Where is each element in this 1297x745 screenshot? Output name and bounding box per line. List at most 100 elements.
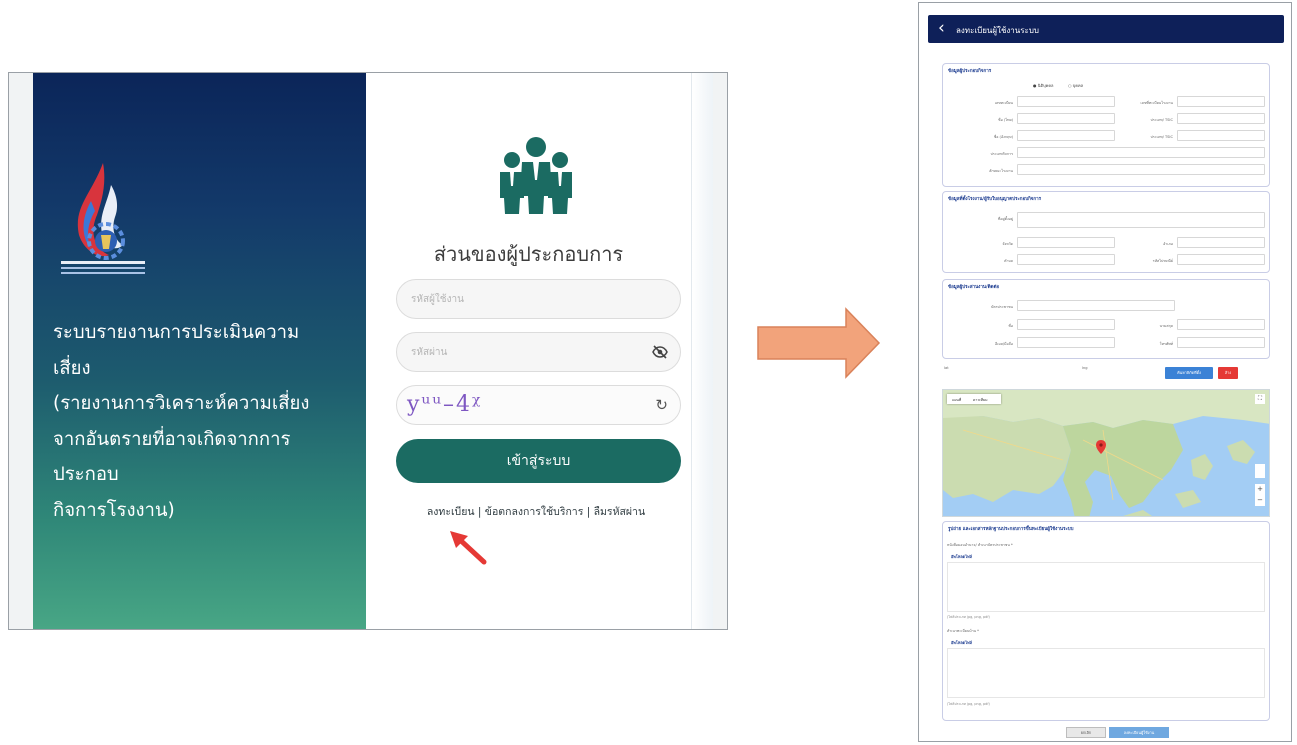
field-label: ประเภท/ TSIC (1150, 118, 1173, 122)
field-label: จังหวัด (1002, 242, 1013, 246)
contact-name-input[interactable] (1017, 319, 1115, 330)
footer-links: ลงทะเบียน | ข้อตกลงการใช้บริการ | ลืมรหั… (366, 503, 706, 520)
system-title: ระบบรายงานการประเมินความ เสี่ยง (รายงานก… (53, 322, 310, 521)
field-label: อีเมล/มือถือ (994, 342, 1013, 346)
upload-label: หนังสือมอบอำนาจ/ สำเนาบัตรประชาชน * (947, 543, 1013, 547)
tsic-input[interactable] (1177, 113, 1265, 124)
document-upload-section: รูปถ่าย และเอกสารหลักฐานประกอบการขึ้นทะเ… (942, 521, 1270, 721)
reg-no-input[interactable] (1017, 96, 1115, 107)
map-tiles (943, 390, 1269, 516)
login-branding-panel: ระบบรายงานการประเมินความ เสี่ยง (รายงานก… (33, 73, 366, 629)
tsic2-input[interactable] (1177, 130, 1265, 141)
map-type-control[interactable]: แผนที่ ดาวเทียม (947, 394, 1001, 404)
captcha-input[interactable]: yᵘᵘ–4ᵡ ↻ (396, 385, 681, 425)
map-type-map[interactable]: แผนที่ (952, 397, 961, 403)
field-label: เลขที่ทะเบียนโรงงาน (1140, 101, 1173, 105)
register-submit-button[interactable]: ลงทะเบียนผู้ใช้งาน (1109, 727, 1169, 738)
field-label: นามสกุล (1159, 324, 1173, 328)
terms-link[interactable]: ข้อตกลงการใช้บริการ (485, 506, 584, 518)
field-label: ชื่อ (1008, 324, 1013, 328)
section-title: ข้อมูลที่ตั้งโรงงาน/ผู้รับใบอนุญาตประกอบ… (948, 197, 1042, 202)
decorative-pattern (691, 73, 713, 629)
upload-dropzone[interactable] (947, 648, 1265, 698)
business-type-select[interactable] (1017, 147, 1265, 158)
subdistrict-select[interactable] (1017, 254, 1115, 265)
portal-title: ส่วนของผู้ประกอบการ (433, 242, 624, 266)
lng-label: lng (1082, 366, 1088, 370)
radio-juristic[interactable]: ● นิติบุคคล (1033, 82, 1053, 89)
register-link[interactable]: ลงทะเบียน (427, 506, 475, 518)
link-separator: | (583, 506, 594, 518)
form-header: ‹ ลงทะเบียนผู้ใช้งานระบบ (928, 15, 1284, 43)
password-input[interactable]: รหัสผ่าน (396, 332, 681, 372)
field-label: ประเภท/ TSIC (1150, 135, 1173, 139)
upload-label: สำเนาทะเบียนบ้าน * (947, 629, 979, 633)
field-label: รหัสไปรษณีย์ (1152, 259, 1173, 263)
section-title: ข้อมูลผู้ประสานงาน/ติดต่อ (948, 285, 1000, 290)
province-select[interactable] (1017, 237, 1115, 248)
login-window: ระบบรายงานการประเมินความ เสี่ยง (รายงานก… (33, 73, 713, 629)
field-label: ประเภทกิจการ (990, 152, 1013, 156)
field-label: ชื่อ (อังกฤษ) (993, 135, 1013, 139)
fullscreen-icon[interactable]: ⛶ (1255, 394, 1265, 404)
users-group-icon (500, 137, 572, 214)
field-label: โทรศัพท์ (1159, 342, 1173, 346)
email-input[interactable] (1017, 337, 1115, 348)
radio-individual[interactable]: ○ บุคคล (1068, 82, 1083, 89)
form-title: ลงทะเบียนผู้ใช้งานระบบ (956, 26, 1039, 35)
login-button[interactable]: เข้าสู่ระบบ (396, 439, 681, 483)
field-label: ชื่อ (ไทย) (998, 118, 1013, 122)
upload-note: (ไฟล์ประเภท jpg, png, pdf) (947, 702, 990, 706)
department-logo (61, 163, 145, 274)
field-label: ลักษณะโรงงาน (989, 169, 1013, 173)
upload-dropzone[interactable] (947, 562, 1265, 612)
eye-slash-icon[interactable] (652, 345, 668, 359)
captcha-image: yᵘᵘ–4ᵡ (407, 392, 483, 417)
pegman-icon[interactable] (1255, 464, 1265, 478)
field-label: ที่อยู่ตั้งอยู่ (998, 217, 1013, 221)
id-card-input[interactable] (1017, 300, 1175, 311)
location-map[interactable]: แผนที่ ดาวเทียม ⛶ + − (942, 389, 1270, 517)
link-separator: | (474, 506, 485, 518)
phone-input[interactable] (1177, 337, 1265, 348)
name-en-input[interactable] (1017, 130, 1115, 141)
field-label: อำเภอ (1163, 242, 1173, 246)
upload-note: (ไฟล์ประเภท jpg, png, pdf) (947, 615, 990, 619)
name-th-input[interactable] (1017, 113, 1115, 124)
zipcode-input[interactable] (1177, 254, 1265, 265)
district-select[interactable] (1177, 237, 1265, 248)
back-icon[interactable]: ‹ (938, 18, 945, 38)
pointer-arrow-icon (450, 531, 487, 565)
cancel-button[interactable]: ยกเลิก (1066, 727, 1106, 738)
radio-label: บุคคล (1072, 83, 1084, 88)
refresh-icon[interactable]: ↻ (655, 396, 668, 414)
registration-screenshot: ‹ ลงทะเบียนผู้ใช้งานระบบ ข้อมูลผู้ประกอบ… (918, 2, 1292, 742)
factory-type-select[interactable] (1017, 164, 1265, 175)
field-label: บัตรประชาชน (990, 305, 1013, 309)
operator-info-section: ข้อมูลผู้ประกอบกิจการ ● นิติบุคคล ○ บุคค… (942, 63, 1270, 187)
upload-button[interactable]: อัพโหลดไฟล์ (951, 554, 972, 560)
flow-arrow-icon (757, 307, 881, 379)
contact-section: ข้อมูลผู้ประสานงาน/ติดต่อ บัตรประชาชน ชื… (942, 279, 1270, 359)
field-label: เลขทะเบียน (994, 101, 1013, 105)
clear-location-button[interactable]: ล้าง (1218, 367, 1238, 379)
find-location-button[interactable]: ค้นหาพิกัดที่ตั้ง (1165, 367, 1213, 379)
section-title: รูปถ่าย และเอกสารหลักฐานประกอบการขึ้นทะเ… (948, 527, 1074, 532)
zoom-control[interactable]: + − (1255, 484, 1265, 506)
tutorial-figure: ระบบรายงานการประเมินความ เสี่ยง (รายงานก… (0, 0, 1297, 745)
radio-label: นิติบุคคล (1037, 83, 1054, 88)
username-input[interactable]: รหัสผู้ใช้งาน (396, 279, 681, 319)
section-title: ข้อมูลผู้ประกอบกิจการ (948, 69, 992, 74)
lat-label: lat (944, 366, 949, 370)
factory-no-input[interactable] (1177, 96, 1265, 107)
factory-location-section: ข้อมูลที่ตั้งโรงงาน/ผู้รับใบอนุญาตประกอบ… (942, 191, 1270, 273)
field-label: ตำบล (1004, 259, 1013, 263)
login-screenshot: ระบบรายงานการประเมินความ เสี่ยง (รายงานก… (8, 72, 728, 630)
map-type-satellite[interactable]: ดาวเทียม (973, 397, 987, 403)
surname-input[interactable] (1177, 319, 1265, 330)
password-placeholder: รหัสผ่าน (411, 347, 448, 358)
forgot-password-link[interactable]: ลืมรหัสผ่าน (594, 506, 646, 518)
login-form-panel: ส่วนของผู้ประกอบการ รหัสผู้ใช้งาน รหัสผ่… (366, 73, 713, 629)
address-input[interactable] (1017, 212, 1265, 228)
upload-button[interactable]: อัพโหลดไฟล์ (951, 640, 972, 646)
